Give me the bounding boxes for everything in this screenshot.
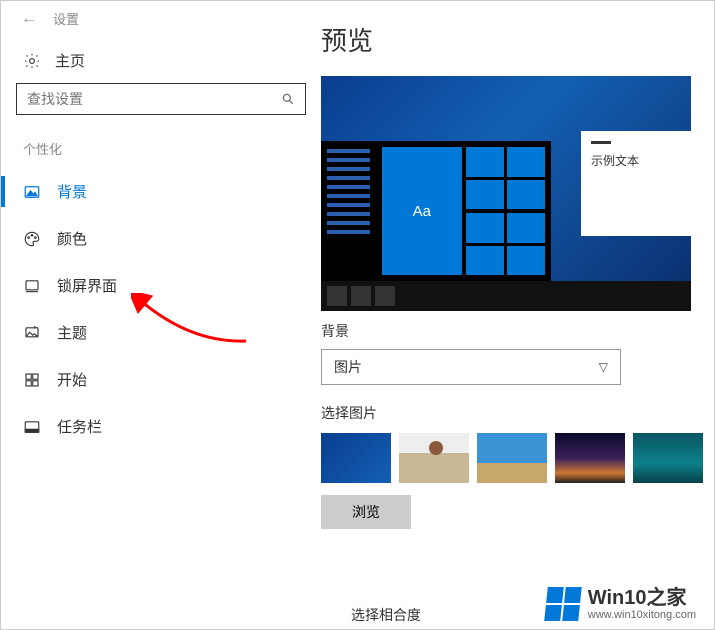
nav-item-taskbar[interactable]: 任务栏 — [1, 403, 321, 450]
start-icon — [23, 371, 41, 389]
preview-tile-large: Aa — [382, 147, 462, 275]
picture-thumb[interactable] — [399, 433, 469, 483]
desktop-preview: 示例文本 Aa — [321, 76, 691, 311]
nav-item-lockscreen[interactable]: 锁屏界面 — [1, 262, 321, 309]
back-arrow-icon[interactable]: ← — [21, 10, 37, 28]
app-title: 设置 — [53, 9, 79, 28]
choose-picture-label: 选择图片 — [321, 403, 704, 423]
gear-icon — [23, 52, 41, 70]
watermark: Win10之家 www.win10xitong.com — [540, 585, 702, 623]
watermark-title: Win10之家 — [588, 587, 696, 609]
palette-icon — [23, 230, 41, 248]
picture-icon — [23, 183, 41, 201]
sample-text-label: 示例文本 — [591, 154, 639, 168]
nav-label: 主题 — [57, 322, 87, 343]
taskbar-icon — [23, 418, 41, 436]
nav-label: 背景 — [57, 181, 87, 202]
nav-item-background[interactable]: 背景 — [1, 168, 321, 215]
picture-thumb[interactable] — [321, 433, 391, 483]
preview-window: 示例文本 — [581, 131, 691, 236]
picture-thumbnails — [321, 433, 704, 483]
nav-item-start[interactable]: 开始 — [1, 356, 321, 403]
nav-label: 锁屏界面 — [57, 275, 117, 296]
background-label: 背景 — [321, 321, 704, 341]
background-type-dropdown[interactable]: 图片 ▽ — [321, 349, 621, 385]
chevron-down-icon: ▽ — [599, 360, 608, 374]
browse-button[interactable]: 浏览 — [321, 495, 411, 529]
nav-label: 任务栏 — [57, 416, 102, 437]
nav-item-colors[interactable]: 颜色 — [1, 215, 321, 262]
nav-label: 开始 — [57, 369, 87, 390]
watermark-url: www.win10xitong.com — [588, 609, 696, 621]
home-row[interactable]: 主页 — [1, 38, 321, 83]
main-content: 预览 示例文本 Aa 背景 — [321, 1, 714, 629]
dropdown-value: 图片 — [334, 357, 362, 377]
picture-thumb[interactable] — [477, 433, 547, 483]
home-label: 主页 — [55, 50, 85, 71]
windows-logo-icon — [544, 587, 582, 621]
picture-thumb[interactable] — [633, 433, 703, 483]
preview-heading: 预览 — [321, 21, 704, 58]
nav-item-themes[interactable]: 主题 — [1, 309, 321, 356]
fit-label-truncated: 选择相合度 — [351, 605, 421, 625]
category-label: 个性化 — [1, 125, 321, 168]
search-input[interactable] — [27, 91, 281, 107]
themes-icon — [23, 324, 41, 342]
sidebar: ← 设置 主页 个性化 背景 颜色 — [1, 1, 321, 629]
search-icon — [281, 92, 295, 106]
lockscreen-icon — [23, 277, 41, 295]
nav-label: 颜色 — [57, 228, 87, 249]
preview-start-panel: Aa — [321, 141, 551, 281]
search-box[interactable] — [16, 83, 306, 115]
preview-taskbar — [321, 281, 691, 311]
titlebar: ← 设置 — [1, 9, 321, 38]
picture-thumb[interactable] — [555, 433, 625, 483]
